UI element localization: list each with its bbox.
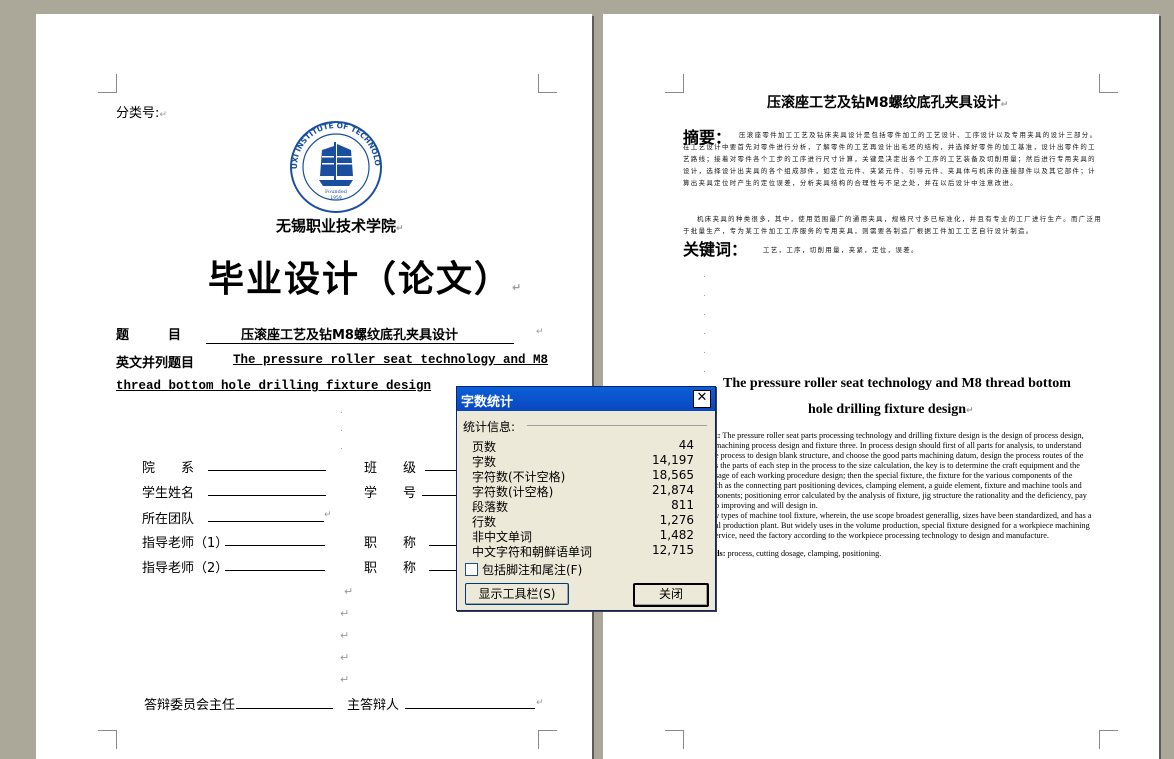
advisor-2-field[interactable]	[225, 570, 325, 571]
stat-row: 字数 14,197	[472, 453, 694, 469]
chief-label: 主答辩人	[347, 698, 400, 713]
logo-founded: Founded	[325, 189, 348, 195]
crop-mark	[1099, 74, 1118, 93]
abstract-text: 压滚座零件加工工艺及钻床夹具设计是包括零件加工的工艺设计、工序设计以及专用夹具的…	[683, 131, 1098, 187]
page2-title: 压滚座工艺及钻M8螺纹底孔夹具设计↵	[767, 95, 1009, 111]
crop-mark	[98, 730, 117, 749]
logo-year: 1959	[330, 195, 342, 201]
field-label-team: 所在团队	[142, 512, 195, 527]
crop-mark	[665, 730, 684, 749]
crop-mark	[1099, 730, 1118, 749]
student-name-field[interactable]	[208, 495, 326, 496]
crop-mark	[538, 74, 557, 93]
dialog-title: 字数统计	[461, 395, 514, 410]
crop-mark	[665, 74, 684, 93]
field-label-title-2: 职 称	[364, 561, 417, 576]
topic-value-field[interactable]: 压滚座工艺及钻M8螺纹底孔夹具设计	[206, 324, 514, 344]
en-abstract: t: The pressure roller seat parts proces…	[715, 431, 1092, 558]
include-footnotes-checkbox[interactable]	[465, 563, 478, 576]
department-field[interactable]	[208, 470, 326, 471]
en-title-label: 英文并列题目	[116, 356, 195, 371]
team-field[interactable]	[208, 521, 324, 522]
close-button[interactable]: 关闭	[633, 583, 709, 607]
chief-field[interactable]	[405, 708, 535, 709]
school-name: 无锡职业技术学院↵	[276, 217, 404, 235]
crop-mark	[98, 74, 117, 93]
en-title-line2: hole drilling fixture design↵	[808, 402, 974, 417]
field-label-title-1: 职 称	[364, 536, 417, 551]
stat-row: 行数 1,276	[472, 513, 694, 529]
committee-field[interactable]	[236, 708, 333, 709]
school-logo: WUXI INSTITUTE OF TECHNOLOGY Founded 195…	[289, 120, 382, 213]
keywords-text: 工艺，工序，切削用量，夹紧，定位，误差。	[763, 246, 919, 254]
dialog-titlebar[interactable]: 字数统计 ✕	[457, 387, 715, 411]
field-label-class: 班 级	[364, 461, 417, 476]
section-divider	[527, 425, 707, 426]
keywords-label: 关键词：	[683, 240, 748, 259]
advisor-1-field[interactable]	[225, 545, 325, 546]
advisor-1-title-field[interactable]	[429, 545, 457, 546]
stats-section-label: 统计信息:	[463, 420, 516, 434]
field-label-department: 院 系	[142, 461, 195, 476]
field-label-student-name: 学生姓名	[142, 486, 195, 501]
word-count-dialog[interactable]: 字数统计 ✕ 统计信息: 页数 44 字数 14,197 字符数(不计空格) 18,5…	[456, 386, 716, 611]
stat-row: 非中文单词 1,482	[472, 528, 694, 544]
topic-label: 题 目	[116, 328, 182, 343]
stat-row: 段落数 811	[472, 498, 694, 514]
en-title-line1[interactable]: The pressure roller seat technology and …	[233, 353, 548, 367]
stat-row: 中文字符和朝鲜语单词 12,715	[472, 543, 694, 559]
committee-label: 答辩委员会主任	[144, 698, 236, 713]
abstract-text-2: 机床夹具的种类很多，其中，使用范围最广的通用夹具，规格尺寸多已标准化，并且有专业…	[683, 215, 1103, 235]
classification-label: 分类号:↵	[116, 106, 167, 121]
stat-row: 页数 44	[472, 438, 694, 454]
field-label-student-id: 学 号	[364, 486, 417, 501]
advisor-2-title-field[interactable]	[429, 570, 457, 571]
show-toolbar-button[interactable]: 显示工具栏(S)	[465, 583, 569, 605]
main-title: 毕业设计（论文）↵	[208, 258, 524, 300]
stat-row: 字符数(不计空格) 18,565	[472, 468, 694, 484]
stat-row: 字符数(计空格) 21,874	[472, 483, 694, 499]
field-label-advisor-2: 指导老师（2）	[142, 561, 229, 576]
en-title-line1: The pressure roller seat technology and …	[723, 376, 1071, 391]
close-icon[interactable]: ✕	[693, 390, 711, 408]
field-label-advisor-1: 指导老师（1）	[142, 536, 229, 551]
en-title-line2[interactable]: thread bottom hole drilling fixture desi…	[116, 379, 431, 393]
crop-mark	[538, 730, 557, 749]
topic-value: 压滚座工艺及钻M8螺纹底孔夹具设计	[241, 328, 458, 343]
include-footnotes-label[interactable]: 包括脚注和尾注(F)	[482, 561, 582, 578]
